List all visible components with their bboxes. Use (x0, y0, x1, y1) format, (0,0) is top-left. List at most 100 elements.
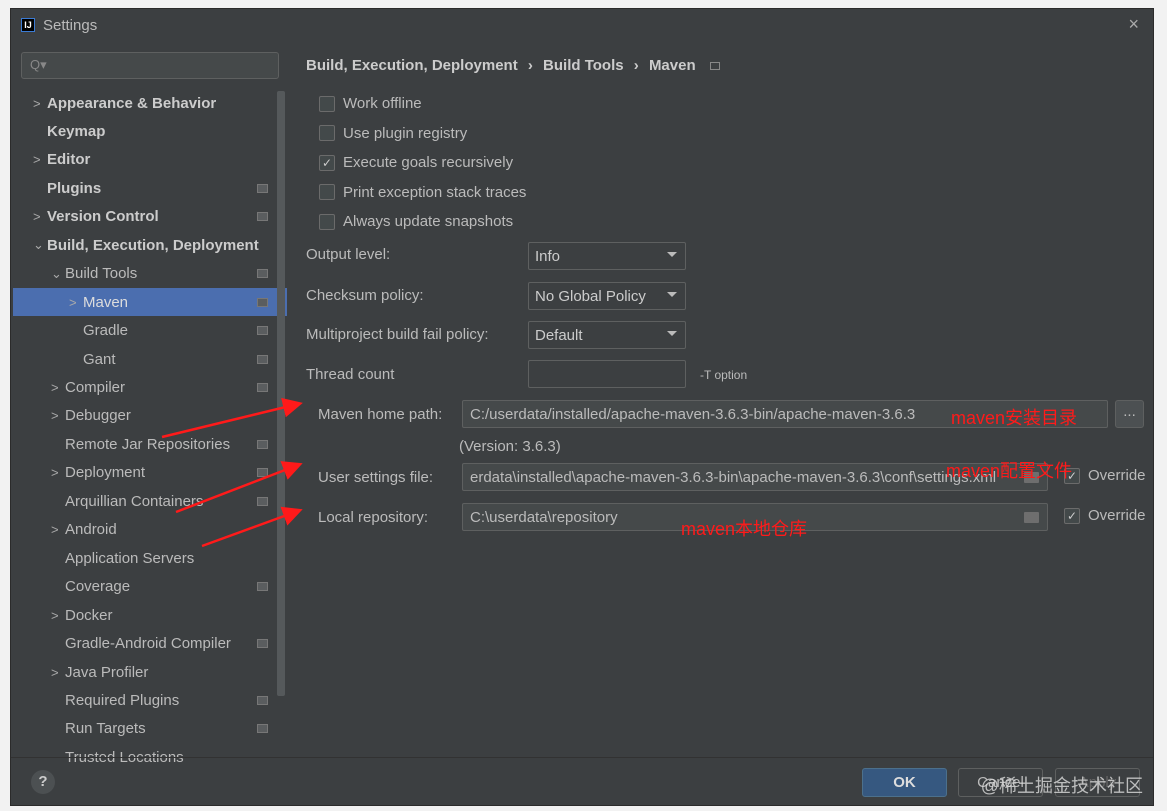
checksum-policy-label: Checksum policy: (306, 287, 424, 304)
sidebar-item-debugger[interactable]: > Debugger (13, 402, 287, 430)
fail-policy-select[interactable]: Default (528, 321, 686, 349)
maven-home-value: C:/userdata/installed/apache-maven-3.6.3… (470, 406, 916, 423)
checkbox-label: Execute goals recursively (343, 154, 514, 171)
checkbox-print-exception-stack-traces[interactable]: Print exception stack traces (319, 184, 526, 201)
sidebar-item-label: Run Targets (65, 720, 146, 738)
dropdown-arrow-icon (667, 252, 677, 257)
breadcrumb-item[interactable]: Build, Execution, Deployment (306, 57, 518, 74)
sidebar-item-label: Build Tools (65, 265, 138, 283)
annotation-settings: maven配置文件 (946, 461, 1073, 481)
checkbox-always-update-snapshots[interactable]: Always update snapshots (319, 213, 513, 230)
help-button[interactable]: ? (31, 770, 55, 794)
checkbox-checked-icon: ✓ (319, 154, 335, 171)
chevron-right-icon[interactable]: > (33, 209, 41, 224)
sidebar-item-remote-jar-repositories[interactable]: Remote Jar Repositories (13, 430, 287, 458)
project-scope-icon (257, 383, 268, 392)
chevron-right-icon[interactable]: > (51, 465, 59, 480)
chevron-right-icon[interactable]: > (51, 408, 59, 423)
sidebar-item-gradle[interactable]: Gradle (13, 317, 287, 345)
project-scope-icon (257, 582, 268, 592)
maven-home-label: Maven home path: (318, 406, 443, 423)
output-level-select[interactable]: Info (528, 242, 686, 270)
checksum-policy-select[interactable]: No Global Policy (528, 282, 686, 310)
sidebar-item-label: Gradle (83, 322, 129, 340)
checkbox-use-plugin-registry[interactable]: Use plugin registry (319, 125, 467, 142)
window-title: Settings (43, 16, 98, 34)
chevron-down-icon[interactable]: ⌄ (33, 237, 44, 253)
sidebar-item-maven[interactable]: > Maven (13, 288, 287, 317)
chevron-right-icon[interactable]: > (33, 96, 41, 111)
annotation-repo: maven本地仓库 (681, 519, 808, 539)
breadcrumb-separator: › (527, 57, 533, 74)
sidebar-item-keymap[interactable]: Keymap (13, 117, 287, 145)
local-repo-override-checkbox[interactable]: ✓ Override (1064, 507, 1146, 524)
dropdown-arrow-icon (667, 292, 677, 297)
settings-tree: > Appearance & Behavior Keymap > Editor Plugi… (13, 89, 287, 765)
sidebar-item-plugins[interactable]: Plugins (13, 174, 287, 202)
checksum-policy-value: No Global Policy (535, 288, 646, 305)
sidebar-item-label: Gradle-Android Compiler (65, 635, 231, 653)
folder-icon[interactable] (1024, 512, 1039, 523)
chevron-right-icon[interactable]: > (51, 522, 59, 537)
breadcrumb-separator: › (633, 57, 639, 74)
chevron-right-icon[interactable]: > (51, 608, 59, 623)
project-scope-icon (257, 724, 268, 734)
user-settings-label: User settings file: (318, 469, 434, 486)
sidebar-item-appearance-behavior[interactable]: > Appearance & Behavior (13, 89, 287, 117)
sidebar-item-build-execution-deployment[interactable]: ⌄ Build, Execution, Deployment (13, 231, 287, 259)
project-scope-icon (257, 354, 268, 364)
thread-count-input[interactable] (528, 360, 686, 388)
sidebar-item-compiler[interactable]: > Compiler (13, 374, 287, 402)
sidebar-item-gant[interactable]: Gant (13, 345, 287, 373)
sidebar-item-label: Remote Jar Repositories (65, 435, 231, 453)
sidebar-item-run-targets[interactable]: Run Targets (13, 715, 287, 743)
intellij-icon: IJ (21, 18, 35, 32)
user-settings-value: erdata\installed\apache-maven-3.6.3-bin\… (470, 469, 997, 486)
override-label: Override (1088, 467, 1146, 484)
chevron-right-icon[interactable]: > (69, 295, 77, 310)
browse-maven-home-button[interactable]: ... (1115, 400, 1144, 428)
sidebar-item-version-control[interactable]: > Version Control (13, 203, 287, 231)
checkbox-icon (319, 213, 335, 230)
chevron-down-icon[interactable]: ⌄ (51, 266, 62, 282)
sidebar-item-gradle-android-compiler[interactable]: Gradle-Android Compiler (13, 630, 287, 658)
thread-count-hint: -T option (700, 368, 748, 382)
checkbox-work-offline[interactable]: Work offline (319, 95, 422, 112)
settings-search-input[interactable]: Q▾ (21, 52, 279, 79)
project-scope-icon (257, 496, 268, 506)
dialog-footer: ? OK Cancel Apply @稀土掘金技术社区 (11, 757, 1153, 805)
sidebar-scrollbar[interactable] (277, 91, 285, 696)
checkbox-icon (319, 95, 335, 112)
breadcrumb: Build, Execution, Deployment › Build Too… (306, 57, 720, 74)
sidebar-item-label: Plugins (47, 179, 102, 197)
sidebar-item-label: Version Control (47, 208, 159, 226)
breadcrumb-item: Maven (648, 57, 696, 74)
sidebar-item-build-tools[interactable]: ⌄ Build Tools (13, 260, 287, 288)
sidebar-item-label: Java Profiler (65, 663, 149, 681)
breadcrumb-item[interactable]: Build Tools (543, 57, 624, 74)
local-repo-value: C:\userdata\repository (470, 509, 618, 526)
chevron-right-icon[interactable]: > (51, 665, 59, 680)
sidebar-item-application-servers[interactable]: Application Servers (13, 544, 287, 572)
sidebar-item-label: Gant (83, 350, 116, 368)
sidebar-item-arquillian-containers[interactable]: Arquillian Containers (13, 487, 287, 515)
annotation-home: maven安装目录 (951, 408, 1078, 428)
sidebar-item-label: Editor (47, 151, 91, 169)
close-icon[interactable]: × (1128, 14, 1139, 35)
sidebar-item-android[interactable]: > Android (13, 516, 287, 544)
sidebar-item-coverage[interactable]: Coverage (13, 573, 287, 601)
checkbox-execute-goals-recursively[interactable]: ✓ Execute goals recursively (319, 154, 513, 171)
sidebar-item-docker[interactable]: > Docker (13, 601, 287, 629)
sidebar-item-java-profiler[interactable]: > Java Profiler (13, 658, 287, 686)
sidebar-item-required-plugins[interactable]: Required Plugins (13, 686, 287, 714)
output-level-value: Info (535, 248, 561, 265)
sidebar-item-editor[interactable]: > Editor (13, 146, 287, 174)
sidebar-item-label: Required Plugins (65, 691, 180, 709)
sidebar-item-deployment[interactable]: > Deployment (13, 459, 287, 487)
chevron-right-icon[interactable]: > (51, 380, 59, 395)
ok-button[interactable]: OK (862, 768, 947, 797)
user-settings-override-checkbox[interactable]: ✓ Override (1064, 467, 1146, 484)
title-bar: IJ Settings × (11, 9, 1153, 41)
chevron-right-icon[interactable]: > (33, 152, 41, 167)
checkbox-label: Always update snapshots (343, 213, 514, 230)
